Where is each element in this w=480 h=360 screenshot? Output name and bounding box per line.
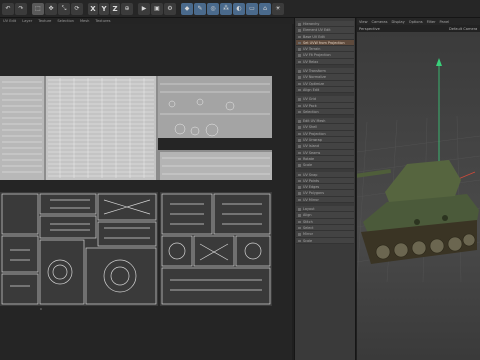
main-toolbar: ↶ ↷ ⬚ ✥ ⤡ ⟳ X Y Z ⊕ ▶ ▣ ⚙ ◆ ✎ ◎ ⁂ ◐ ▭ ⌂ … — [0, 0, 480, 18]
deformer-icon[interactable]: ◐ — [233, 2, 245, 15]
viewport-camera-label[interactable]: Default Camera — [449, 27, 477, 31]
viewport-menu-item[interactable]: Display — [392, 20, 405, 24]
perspective-viewport[interactable] — [357, 32, 480, 360]
viewport-menubar: View Cameras Display Options Filter Pane… — [357, 18, 480, 25]
render-settings-icon[interactable]: ⚙ — [164, 2, 176, 15]
y-axis-arrow-icon[interactable] — [436, 58, 442, 66]
uv-menu-item[interactable]: Layer — [22, 19, 32, 23]
pen-icon[interactable]: ✎ — [194, 2, 206, 15]
rotate-icon[interactable]: ⟳ — [71, 2, 83, 15]
uv-menu-item[interactable]: Mesh — [80, 19, 89, 23]
viewport-menu-item[interactable]: View — [359, 20, 368, 24]
svg-text:0: 0 — [40, 307, 42, 311]
subdivision-icon[interactable]: ◎ — [207, 2, 219, 15]
axis-x-button[interactable]: X — [88, 2, 98, 15]
cube-icon[interactable]: ◆ — [181, 2, 193, 15]
panel-item[interactable]: Align Edit — [296, 86, 354, 94]
light-icon[interactable]: ☀ — [272, 2, 284, 15]
camera-icon[interactable]: ⌂ — [259, 2, 271, 15]
undo-icon[interactable]: ↶ — [2, 2, 14, 15]
render-view-icon[interactable]: ▶ — [138, 2, 150, 15]
redo-icon[interactable]: ↷ — [15, 2, 27, 15]
viewport-label: Perspective — [359, 26, 380, 31]
viewport-menu-item[interactable]: Cameras — [372, 20, 388, 24]
panel-item[interactable]: UV Relax — [296, 58, 354, 66]
panel-item[interactable]: Selection — [296, 108, 354, 116]
uv-atlas-bottom-right — [160, 192, 272, 306]
axis-z-button[interactable]: Z — [110, 2, 120, 15]
uv-menu-item[interactable]: Textures — [95, 19, 110, 23]
axis-y-button[interactable]: Y — [99, 2, 109, 15]
viewport-menu-item[interactable]: Options — [409, 20, 423, 24]
coordinate-system-icon[interactable]: ⊕ — [121, 2, 133, 15]
uv-menu-item[interactable]: Selection — [57, 19, 74, 23]
uv-menu-item[interactable]: Texture — [38, 19, 51, 23]
panel-item[interactable]: UV Mirror — [296, 196, 354, 204]
viewport-menu-item[interactable]: Filter — [427, 20, 436, 24]
floor-icon[interactable]: ▭ — [246, 2, 258, 15]
render-picture-icon[interactable]: ▣ — [151, 2, 163, 15]
panel-item[interactable]: Scale — [296, 162, 354, 169]
viewport-scene — [357, 58, 480, 283]
scale-icon[interactable]: ⤡ — [58, 2, 70, 15]
uv-editor-canvas[interactable]: 0 — [0, 24, 292, 360]
move-icon[interactable]: ✥ — [45, 2, 57, 15]
array-icon[interactable]: ⁂ — [220, 2, 232, 15]
uv-menu-item[interactable]: UV Edit — [3, 19, 16, 23]
viewport-menu-item[interactable]: Panel — [440, 20, 450, 24]
panel-item[interactable]: Scale — [296, 237, 354, 244]
uv-layout: 0 — [0, 76, 272, 311]
viewport-header: Perspective Default Camera — [357, 25, 480, 32]
tank-model[interactable] — [357, 160, 479, 264]
object-tool-panel: Hierarchy Element UV Edit Base UV Edit S… — [294, 18, 356, 360]
live-select-icon[interactable]: ⬚ — [32, 2, 44, 15]
